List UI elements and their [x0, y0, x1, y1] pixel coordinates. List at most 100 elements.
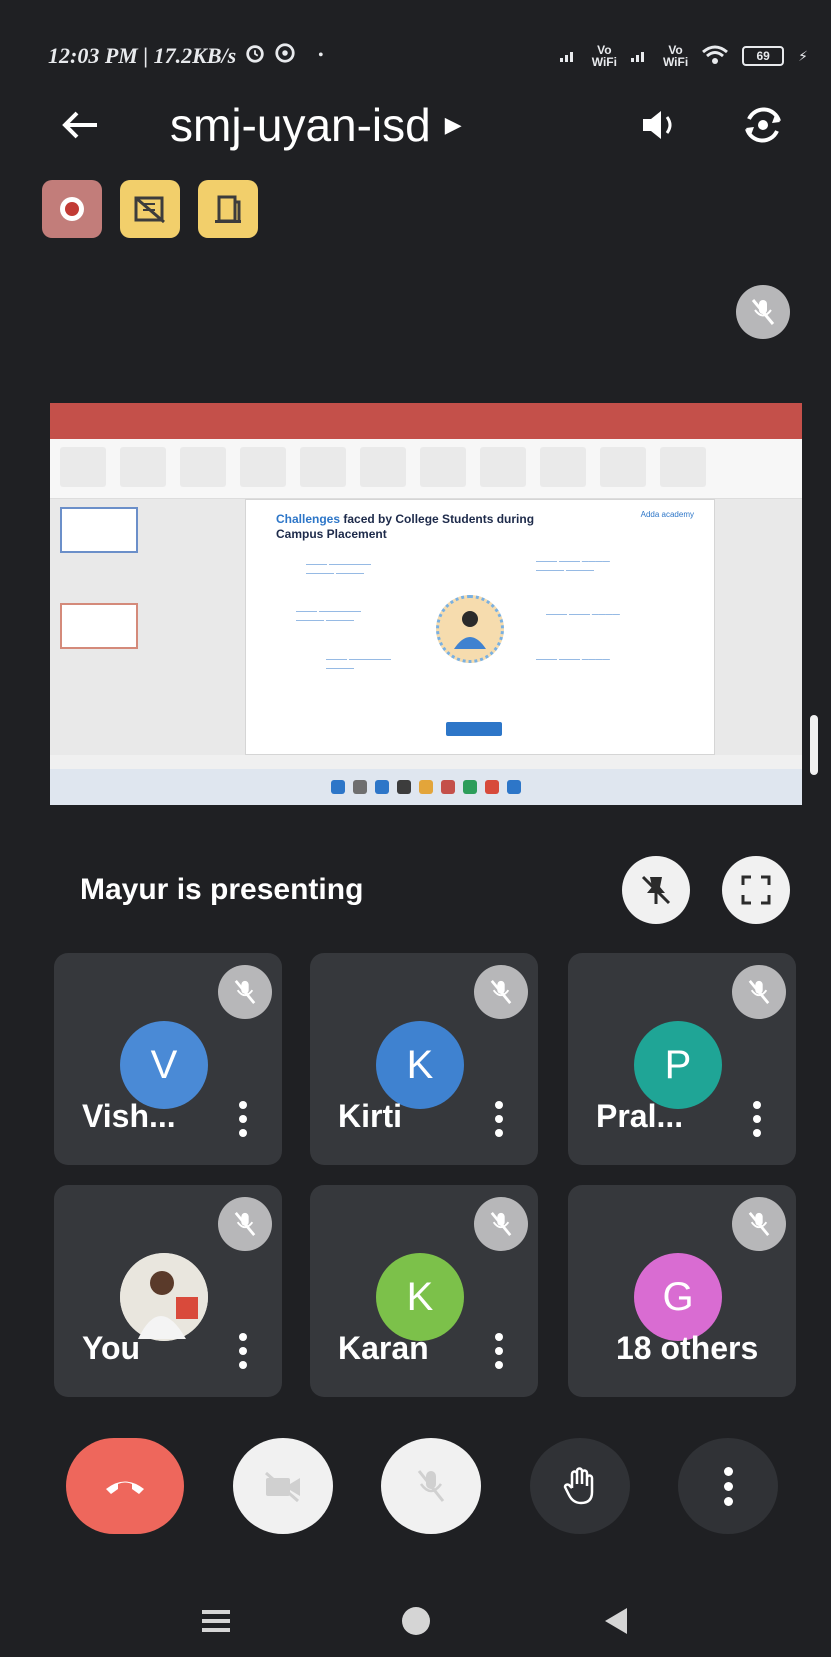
end-call-button[interactable] [66, 1438, 184, 1534]
participant-tile[interactable]: V Vish... [54, 953, 282, 1165]
mic-off-icon [474, 1197, 528, 1251]
camera-toggle-button[interactable] [232, 1438, 333, 1534]
mic-off-icon [218, 1197, 272, 1251]
avatar: P [634, 1021, 722, 1109]
participant-name: You [82, 1330, 141, 1366]
recents-button[interactable] [191, 1596, 241, 1646]
back-triangle-icon [604, 1608, 627, 1634]
call-header: smj-uyan-isd ▶ [50, 90, 790, 160]
vowifi-indicator-1: Vo WiFi [591, 43, 617, 69]
presenter-mic-off-icon [736, 285, 790, 339]
scrollbar[interactable] [810, 715, 818, 775]
mic-off-icon [218, 965, 272, 1019]
vowifi-indicator-2: Vo WiFi [662, 43, 689, 69]
slide-point: ——— —————— ———— ———— [296, 608, 361, 624]
avatar: K [376, 1253, 464, 1341]
more-options-button[interactable] [234, 1101, 252, 1137]
status-time-speed: 12:03 PM | 17.2KB/s [48, 43, 237, 68]
call-controls [66, 1436, 778, 1536]
shared-app-ribbon [50, 439, 802, 499]
presenting-actions [622, 856, 790, 924]
arrow-left-icon [62, 111, 97, 139]
whatsapp-icon [274, 42, 296, 70]
mic-off-icon [474, 965, 528, 1019]
more-button[interactable] [678, 1438, 778, 1534]
slide-point: ——— ——— ———— ———— ———— [536, 558, 610, 574]
slide-title: Challenges faced by College Students dur… [276, 512, 535, 541]
avatar: V [120, 1021, 208, 1109]
shared-screen[interactable]: Challenges faced by College Students dur… [50, 403, 802, 805]
record-icon [60, 197, 84, 221]
shared-app-titlebar [50, 403, 802, 439]
shared-app-body: Challenges faced by College Students dur… [50, 499, 802, 755]
participant-tile[interactable]: You [54, 1185, 282, 1397]
participant-name: Pral... [596, 1098, 684, 1134]
no-video-grid-icon [134, 196, 165, 224]
mic-off-icon [732, 965, 786, 1019]
raise-hand-icon [563, 1467, 593, 1505]
breakout-indicator[interactable] [198, 180, 258, 238]
header-actions [632, 98, 790, 152]
participant-name: Vish... [82, 1098, 176, 1134]
camera-off-icon [264, 1471, 300, 1502]
meet-screen: 12:03 PM | 17.2KB/s • Vo WiFi Vo WiFi 69 ⚡ [0, 0, 831, 1657]
phone-hangup-icon [106, 1481, 144, 1494]
signal-icon [559, 48, 578, 65]
wifi-icon [702, 45, 729, 68]
door-icon [215, 195, 241, 223]
slide-canvas: Challenges faced by College Students dur… [245, 499, 715, 755]
avatar [120, 1253, 208, 1341]
participant-tile[interactable]: K Kirti [310, 953, 538, 1165]
slide-point: ——— —————— ———— [326, 656, 391, 672]
slide-button [446, 722, 502, 736]
mic-off-icon [417, 1470, 445, 1502]
alarm-icon [244, 42, 266, 70]
switch-camera-button[interactable] [736, 98, 790, 152]
speaker-button[interactable] [632, 98, 686, 152]
home-circle-icon [401, 1607, 430, 1635]
unpin-button[interactable] [622, 856, 690, 924]
status-bar: 12:03 PM | 17.2KB/s • Vo WiFi Vo WiFi 69 ⚡ [48, 36, 808, 76]
avatar: K [376, 1021, 464, 1109]
battery-icon: 69 [742, 46, 785, 66]
participant-tile[interactable]: K Karan [310, 1185, 538, 1397]
fullscreen-icon [741, 875, 771, 905]
recording-indicator[interactable] [42, 180, 102, 238]
meeting-indicators [42, 180, 258, 238]
participant-name: Karan [338, 1330, 429, 1366]
user-photo-icon [120, 1253, 208, 1341]
charging-icon: ⚡ [798, 47, 808, 64]
switch-camera-icon [745, 107, 781, 143]
mic-off-icon [732, 1197, 786, 1251]
status-right: Vo WiFi Vo WiFi 69 ⚡ [559, 43, 808, 69]
shared-app-statusbar [50, 755, 802, 769]
participant-tile[interactable]: P Pral... [568, 953, 796, 1165]
system-nav-bar [0, 1585, 831, 1657]
mic-toggle-button[interactable] [381, 1438, 481, 1534]
raise-hand-button[interactable] [529, 1438, 630, 1534]
chevron-right-icon[interactable]: ▶ [445, 112, 462, 138]
student-illustration [436, 595, 504, 663]
slide-thumbnails [60, 507, 150, 747]
back-button[interactable] [50, 95, 110, 155]
home-button[interactable] [391, 1596, 441, 1646]
unpin-icon [641, 875, 671, 905]
host-controls-indicator[interactable] [120, 180, 180, 238]
slide-point: ——— —————— ———— ———— [306, 561, 371, 577]
more-options-button[interactable] [234, 1333, 252, 1369]
fullscreen-button[interactable] [722, 856, 790, 924]
shared-taskbar [50, 769, 802, 805]
status-left: 12:03 PM | 17.2KB/s • [48, 42, 323, 70]
more-options-button[interactable] [490, 1101, 508, 1137]
dot-icon: • [318, 48, 324, 63]
slide-point: ——— ——— ———— [536, 656, 610, 663]
signal-icon-2 [630, 48, 649, 65]
more-options-button[interactable] [490, 1333, 508, 1369]
avatar: G [634, 1253, 722, 1341]
back-nav-button[interactable] [591, 1596, 641, 1646]
meeting-title[interactable]: smj-uyan-isd [170, 98, 431, 152]
others-tile[interactable]: G 18 others [568, 1185, 796, 1397]
slide-logo: Adda academy [640, 510, 694, 519]
presenting-row: Mayur is presenting [80, 850, 790, 930]
more-options-button[interactable] [748, 1101, 766, 1137]
